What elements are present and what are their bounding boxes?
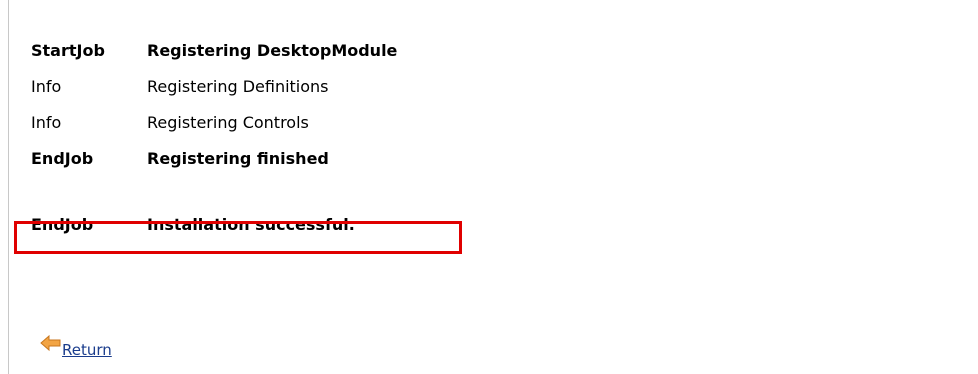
success-highlight-box xyxy=(14,221,462,254)
log-type: EndJob xyxy=(31,149,94,168)
return-area: Return xyxy=(40,331,112,359)
log-row: StartJob Registering DesktopModule xyxy=(31,33,397,69)
log-spacer xyxy=(31,177,397,207)
return-link[interactable]: Return xyxy=(62,341,112,359)
log-message: Registering Controls xyxy=(147,113,309,132)
log-message: Registering finished xyxy=(147,149,329,168)
log-message: Registering DesktopModule xyxy=(147,41,398,60)
log-row: Info Registering Definitions xyxy=(31,69,397,105)
log-message: Registering Definitions xyxy=(147,77,329,96)
back-arrow-icon[interactable] xyxy=(40,334,62,353)
left-border xyxy=(8,0,9,374)
log-type: Info xyxy=(31,113,62,132)
install-log: StartJob Registering DesktopModule Info … xyxy=(31,33,397,243)
log-row: Info Registering Controls xyxy=(31,105,397,141)
log-row: EndJob Registering finished xyxy=(31,141,397,177)
log-type: StartJob xyxy=(31,41,105,60)
log-type: Info xyxy=(31,77,62,96)
